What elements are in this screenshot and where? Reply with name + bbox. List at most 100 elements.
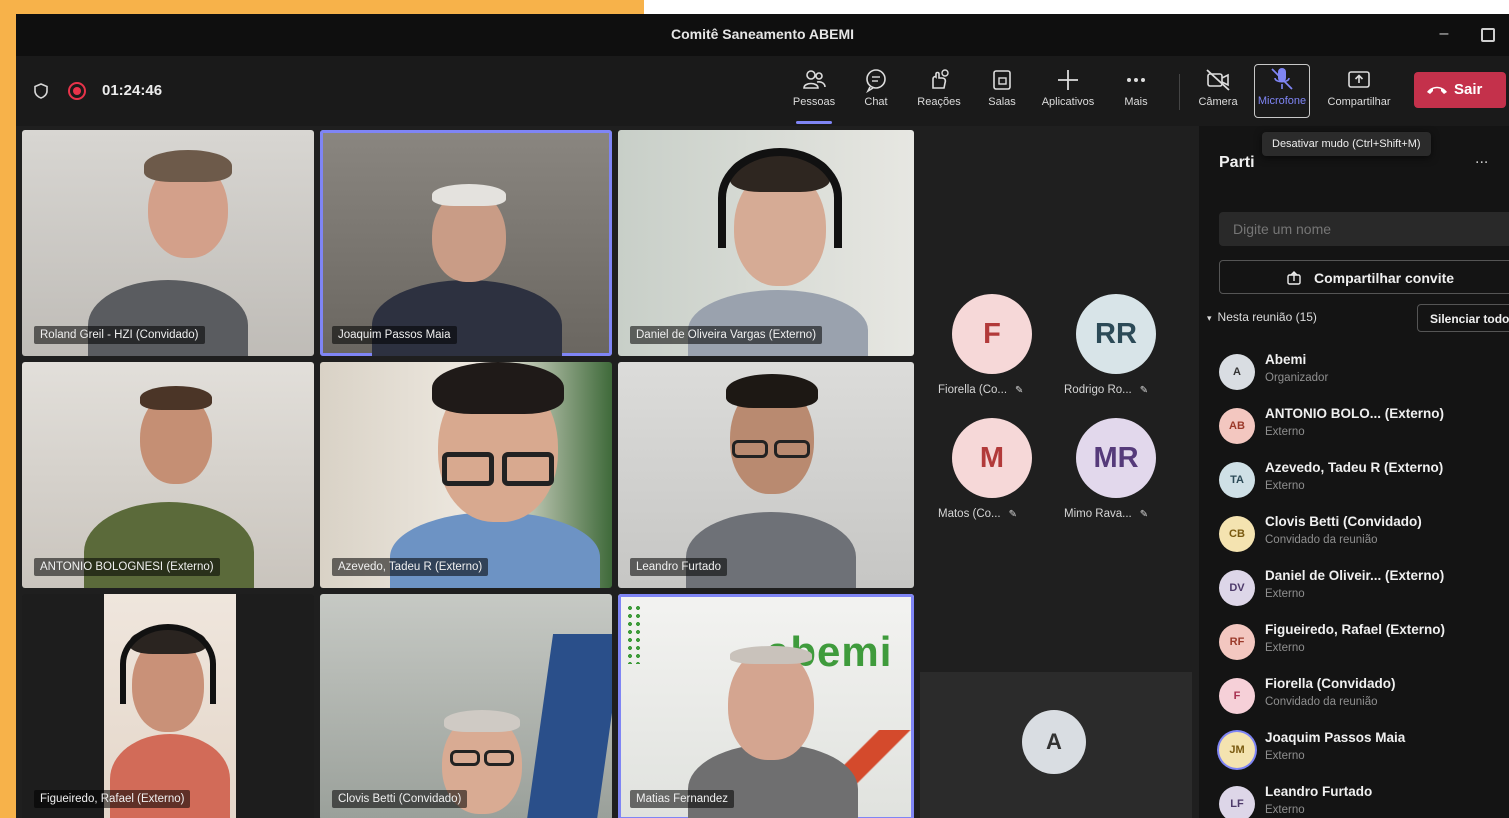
video-tile-matias[interactable]: abemi Matias Fernandez	[618, 594, 914, 818]
glasses-icon	[732, 440, 768, 458]
rooms-button[interactable]: Salas	[974, 66, 1030, 118]
participant-list: A Abemi Organizador AB ANTONIO BOLO... (…	[1219, 348, 1509, 818]
participant-name: Azevedo, Tadeu R (Externo)	[1265, 460, 1444, 475]
tile-name-label: Leandro Furtado	[630, 558, 728, 576]
avatar-fiorella[interactable]: F	[952, 294, 1032, 374]
mini-tile-name: Mimo Rava...	[1064, 508, 1132, 520]
toolbar-divider	[1179, 74, 1180, 110]
participant-search-input[interactable]	[1219, 212, 1509, 246]
participant-video	[372, 280, 562, 356]
people-label: Pessoas	[792, 96, 836, 108]
participant-video	[688, 290, 868, 356]
headset-icon	[718, 148, 842, 248]
participant-role: Externo	[1265, 588, 1305, 600]
participant-role: Externo	[1265, 426, 1305, 438]
participant-name: Joaquim Passos Maia	[1265, 730, 1406, 745]
share-invite-label: Compartilhar convite	[1314, 270, 1455, 286]
more-icon	[1127, 78, 1145, 82]
avatar-matos[interactable]: M	[952, 418, 1032, 498]
participant-item[interactable]: DV Daniel de Oliveir... (Externo) Extern…	[1219, 564, 1509, 618]
video-tile-joaquim[interactable]: Joaquim Passos Maia	[320, 130, 612, 356]
avatar: TA	[1219, 462, 1255, 498]
leave-label: Sair	[1454, 81, 1483, 98]
video-tile-antonio[interactable]: ANTONIO BOLOGNESI (Externo)	[22, 362, 314, 588]
mic-off-icon: ✎	[1139, 385, 1149, 396]
share-invite-button[interactable]: Compartilhar convite	[1219, 260, 1509, 294]
reactions-icon	[932, 69, 949, 89]
participant-name: Figueiredo, Rafael (Externo)	[1265, 622, 1446, 637]
background-banner	[526, 634, 612, 818]
participant-name: Clovis Betti (Convidado)	[1265, 514, 1422, 529]
panel-more-button[interactable]: ...	[1475, 150, 1488, 168]
participant-item[interactable]: LF Leandro Furtado Externo	[1219, 780, 1509, 818]
participant-video	[88, 280, 248, 356]
phone-hangup-icon	[1427, 86, 1447, 95]
video-tile-daniel[interactable]: Daniel de Oliveira Vargas (Externo)	[618, 130, 914, 356]
glasses-icon	[774, 440, 810, 458]
mic-off-icon: ✎	[1008, 509, 1018, 520]
title-bar: Comitê Saneamento ABEMI –	[16, 14, 1509, 56]
participant-item[interactable]: AB ANTONIO BOLO... (Externo) Externo	[1219, 402, 1509, 456]
people-icon	[803, 70, 826, 89]
participant-role: Organizador	[1265, 372, 1329, 384]
avatar-mimo[interactable]: MR	[1076, 418, 1156, 498]
participant-name: Abemi	[1265, 352, 1307, 367]
participant-video	[104, 594, 236, 818]
participant-name: Fiorella (Convidado)	[1265, 676, 1396, 691]
participant-item[interactable]: F Fiorella (Convidado) Convidado da reun…	[1219, 672, 1509, 726]
avatar: A	[1219, 354, 1255, 390]
avatar: CB	[1219, 516, 1255, 552]
apps-label: Aplicativos	[1041, 96, 1095, 108]
people-button[interactable]: Pessoas	[786, 66, 842, 124]
participant-name: Daniel de Oliveir... (Externo)	[1265, 568, 1445, 583]
mini-tile-label: Matos (Co... ✎	[938, 508, 1017, 520]
minimize-button[interactable]: –	[1432, 22, 1456, 46]
participant-item[interactable]: TA Azevedo, Tadeu R (Externo) Externo	[1219, 456, 1509, 510]
video-tile-leandro[interactable]: Leandro Furtado	[618, 362, 914, 588]
share-invite-icon	[1287, 271, 1301, 285]
mic-tooltip: Desativar mudo (Ctrl+Shift+M)	[1262, 132, 1431, 156]
video-tile-rafael[interactable]: Figueiredo, Rafael (Externo)	[22, 594, 314, 818]
avatar: AB	[1219, 408, 1255, 444]
microphone-label: Microfone	[1257, 95, 1307, 107]
mini-tile-label: Fiorella (Co... ✎	[938, 384, 1023, 396]
share-button[interactable]: Compartilhar	[1324, 66, 1394, 118]
reactions-button[interactable]: Reações	[911, 66, 967, 118]
avatar: LF	[1219, 786, 1255, 818]
participant-face	[728, 648, 814, 760]
self-video-tile[interactable]: A	[920, 672, 1192, 818]
video-tile-roland[interactable]: Roland Greil - HZI (Convidado)	[22, 130, 314, 356]
mute-all-button[interactable]: Silenciar todos	[1417, 304, 1509, 332]
participant-item[interactable]: JM Joaquim Passos Maia Externo	[1219, 726, 1509, 780]
meeting-toolbar: 01:24:46 Pessoas Chat Reações Salas Apli…	[16, 56, 1509, 126]
avatar-rodrigo[interactable]: RR	[1076, 294, 1156, 374]
plus-icon	[1058, 70, 1078, 90]
share-label: Compartilhar	[1327, 96, 1391, 108]
share-icon	[1348, 71, 1370, 88]
participant-hair	[140, 386, 212, 410]
reactions-label: Reações	[917, 96, 961, 108]
meeting-timer: 01:24:46	[102, 82, 163, 99]
apps-button[interactable]: Aplicativos	[1040, 66, 1096, 118]
tile-name-label: Joaquim Passos Maia	[332, 326, 457, 344]
participant-item[interactable]: A Abemi Organizador	[1219, 348, 1509, 402]
video-tile-clovis[interactable]: Clovis Betti (Convidado)	[320, 594, 612, 818]
mini-tile-name: Fiorella (Co...	[938, 384, 1008, 396]
mic-off-icon: ✎	[1015, 385, 1024, 396]
self-avatar: A	[1022, 710, 1086, 774]
chat-icon	[866, 69, 886, 94]
chat-button[interactable]: Chat	[848, 66, 904, 118]
headset-icon	[120, 624, 216, 704]
leave-button[interactable]: Sair	[1414, 72, 1506, 108]
maximize-button[interactable]	[1476, 22, 1500, 46]
participant-hair	[144, 150, 232, 182]
microphone-button[interactable]: Microfone	[1254, 64, 1310, 118]
video-tile-tadeu[interactable]: Azevedo, Tadeu R (Externo)	[320, 362, 612, 588]
section-header[interactable]: ▾ Nesta reunião (15)	[1207, 310, 1317, 324]
more-button[interactable]: Mais	[1108, 66, 1164, 118]
participant-item[interactable]: CB Clovis Betti (Convidado) Convidado da…	[1219, 510, 1509, 564]
mini-tile-name: Rodrigo Ro...	[1064, 384, 1132, 396]
participant-item[interactable]: RF Figueiredo, Rafael (Externo) Externo	[1219, 618, 1509, 672]
avatar: RF	[1219, 624, 1255, 660]
camera-button[interactable]: Câmera	[1190, 66, 1246, 118]
